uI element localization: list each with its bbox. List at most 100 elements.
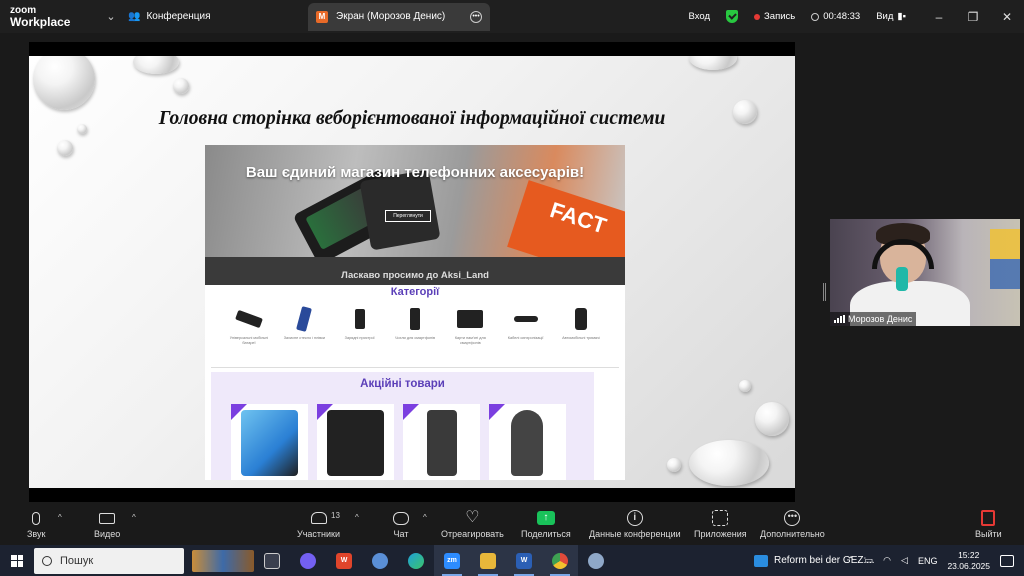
- promo-product-card: [489, 404, 566, 480]
- promo-product-list: [231, 404, 566, 480]
- news-widget-thumbnail[interactable]: [192, 549, 254, 572]
- hero-title: Ваш єдиний магазин телефонних аксесуарів…: [245, 164, 585, 181]
- record-dot-icon: [754, 13, 761, 20]
- network-icon[interactable]: ▭: [865, 555, 874, 566]
- video-button[interactable]: Видео: [94, 507, 120, 539]
- powerbank-product: [427, 410, 457, 476]
- car-holder-icon: [567, 305, 595, 333]
- promo-product-card: [231, 404, 308, 480]
- view-label: Вид: [876, 11, 894, 22]
- recording-indicator[interactable]: Запись: [754, 11, 795, 22]
- category-label: Карти пам'яті для смартфонів: [454, 336, 486, 345]
- chevron-down-icon[interactable]: ⌄: [100, 10, 122, 23]
- apps-icon: [712, 510, 729, 526]
- charger-icon: [346, 305, 374, 333]
- sale-tag-icon: [403, 404, 419, 420]
- category-label: Автомобільні тримачі: [562, 336, 600, 340]
- clock[interactable]: 15:22 23.06.2025: [947, 550, 990, 572]
- category-item: Зарядні пристрої: [338, 305, 382, 346]
- meeting-info-button[interactable]: i Данные конференции: [589, 507, 681, 539]
- chat-options-caret[interactable]: ^: [423, 513, 427, 522]
- view-button[interactable]: Вид ▮▪: [876, 11, 906, 22]
- language-indicator[interactable]: ENG: [918, 556, 938, 566]
- close-button[interactable]: ✕: [990, 10, 1024, 24]
- category-item: Кабелі синхронізації: [504, 305, 548, 346]
- slide-title: Головна сторінка веборієнтованої інформа…: [158, 108, 666, 129]
- title-bar: zoom Workplace ⌄ 👥 Конференция M Экран (…: [0, 0, 1024, 33]
- car-holder-product: [511, 410, 543, 476]
- wps-office-icon[interactable]: W: [326, 545, 362, 576]
- shared-screen[interactable]: Головна сторінка веборієнтованої інформа…: [29, 42, 795, 502]
- volume-icon[interactable]: ◁: [901, 555, 908, 566]
- chat-button[interactable]: Чат: [393, 507, 409, 539]
- wifi-icon[interactable]: ◠: [883, 555, 891, 566]
- clock-icon: [811, 12, 820, 21]
- audio-button[interactable]: Звук: [27, 507, 45, 539]
- water-drop-decoration: [667, 458, 681, 472]
- task-view-icon[interactable]: [254, 545, 290, 576]
- apps-button[interactable]: Приложения: [694, 507, 747, 539]
- video-options-caret[interactable]: ^: [132, 513, 136, 522]
- restore-button[interactable]: ❐: [956, 10, 990, 24]
- category-item: Карти пам'яті для смартфонів: [448, 305, 492, 346]
- leave-button[interactable]: Выйти: [975, 507, 1002, 539]
- conference-menu[interactable]: 👥 Конференция: [128, 11, 298, 22]
- panel-resize-handle[interactable]: [823, 283, 826, 301]
- windows-start-button[interactable]: [0, 545, 34, 576]
- share-screen-icon: ↑: [536, 511, 555, 525]
- viber-icon[interactable]: [290, 545, 326, 576]
- water-drop-decoration: [133, 56, 179, 74]
- timer-value: 00:48:33: [823, 11, 861, 22]
- share-label: Поделиться: [521, 529, 571, 539]
- meeting-timer: 00:48:33: [811, 11, 860, 22]
- paint-brush-icon[interactable]: [578, 545, 614, 576]
- edge-icon[interactable]: [398, 545, 434, 576]
- chrome-icon[interactable]: [542, 545, 578, 576]
- react-button[interactable]: ♡ Отреагировать: [441, 507, 504, 540]
- chevron-up-icon[interactable]: ⌃: [847, 555, 855, 566]
- taskbar-search[interactable]: Пошук: [34, 547, 184, 574]
- zoom-app-icon[interactable]: zm: [434, 545, 470, 576]
- paint-icon[interactable]: [362, 545, 398, 576]
- recording-label: Запись: [764, 11, 796, 22]
- tab-shared-screen[interactable]: M Экран (Морозов Денис) •••: [308, 2, 490, 31]
- phone-case-product: [327, 410, 384, 476]
- exit-icon: [981, 510, 996, 526]
- login-button[interactable]: Вход: [689, 11, 711, 22]
- more-icon[interactable]: •••: [470, 10, 482, 23]
- heart-icon: ♡: [465, 509, 480, 526]
- security-shield-icon[interactable]: [726, 10, 739, 23]
- category-item: Універсальні мобільні батареї: [227, 305, 271, 346]
- hero-view-button: Переглянути: [385, 210, 431, 222]
- system-tray: ⌃ ▭ ◠ ◁ ENG 15:22 23.06.2025: [847, 545, 1024, 576]
- audio-options-caret[interactable]: ^: [58, 513, 62, 522]
- category-label: Захисне стекло і плівки: [283, 336, 325, 340]
- file-explorer-icon[interactable]: [470, 545, 506, 576]
- date: 23.06.2025: [947, 560, 990, 571]
- memory-card-icon: [456, 305, 484, 333]
- word-icon[interactable]: W: [506, 545, 542, 576]
- microphone-icon: [32, 511, 41, 525]
- more-button[interactable]: ••• Дополнительно: [760, 507, 825, 539]
- screen-protector-product: [241, 410, 298, 476]
- category-item: Захисне стекло і плівки: [282, 305, 326, 346]
- minimize-button[interactable]: –: [922, 10, 956, 24]
- news-icon: [754, 554, 768, 567]
- share-button[interactable]: ↑ Поделиться: [521, 507, 571, 539]
- zoom-logo: zoom Workplace: [0, 5, 100, 29]
- chat-label: Чат: [393, 529, 409, 539]
- participants-options-caret[interactable]: ^: [355, 513, 359, 522]
- time: 15:22: [958, 549, 980, 560]
- logo-bottom-text: Workplace: [10, 14, 71, 29]
- react-label: Отреагировать: [441, 529, 504, 539]
- water-drop-decoration: [173, 78, 189, 94]
- section-divider: [211, 367, 619, 368]
- notification-center-icon[interactable]: [1000, 554, 1014, 567]
- category-list: Універсальні мобільні батареї Захисне ст…: [227, 305, 603, 346]
- powerbank-icon: [235, 305, 263, 333]
- participant-video[interactable]: Морозов Денис: [830, 219, 1020, 326]
- tab-label: Экран (Морозов Денис): [336, 11, 446, 22]
- category-label: Універсальні мобільні батареї: [229, 336, 269, 345]
- categories-heading: Категорії: [390, 286, 440, 298]
- login-label: Вход: [688, 11, 711, 22]
